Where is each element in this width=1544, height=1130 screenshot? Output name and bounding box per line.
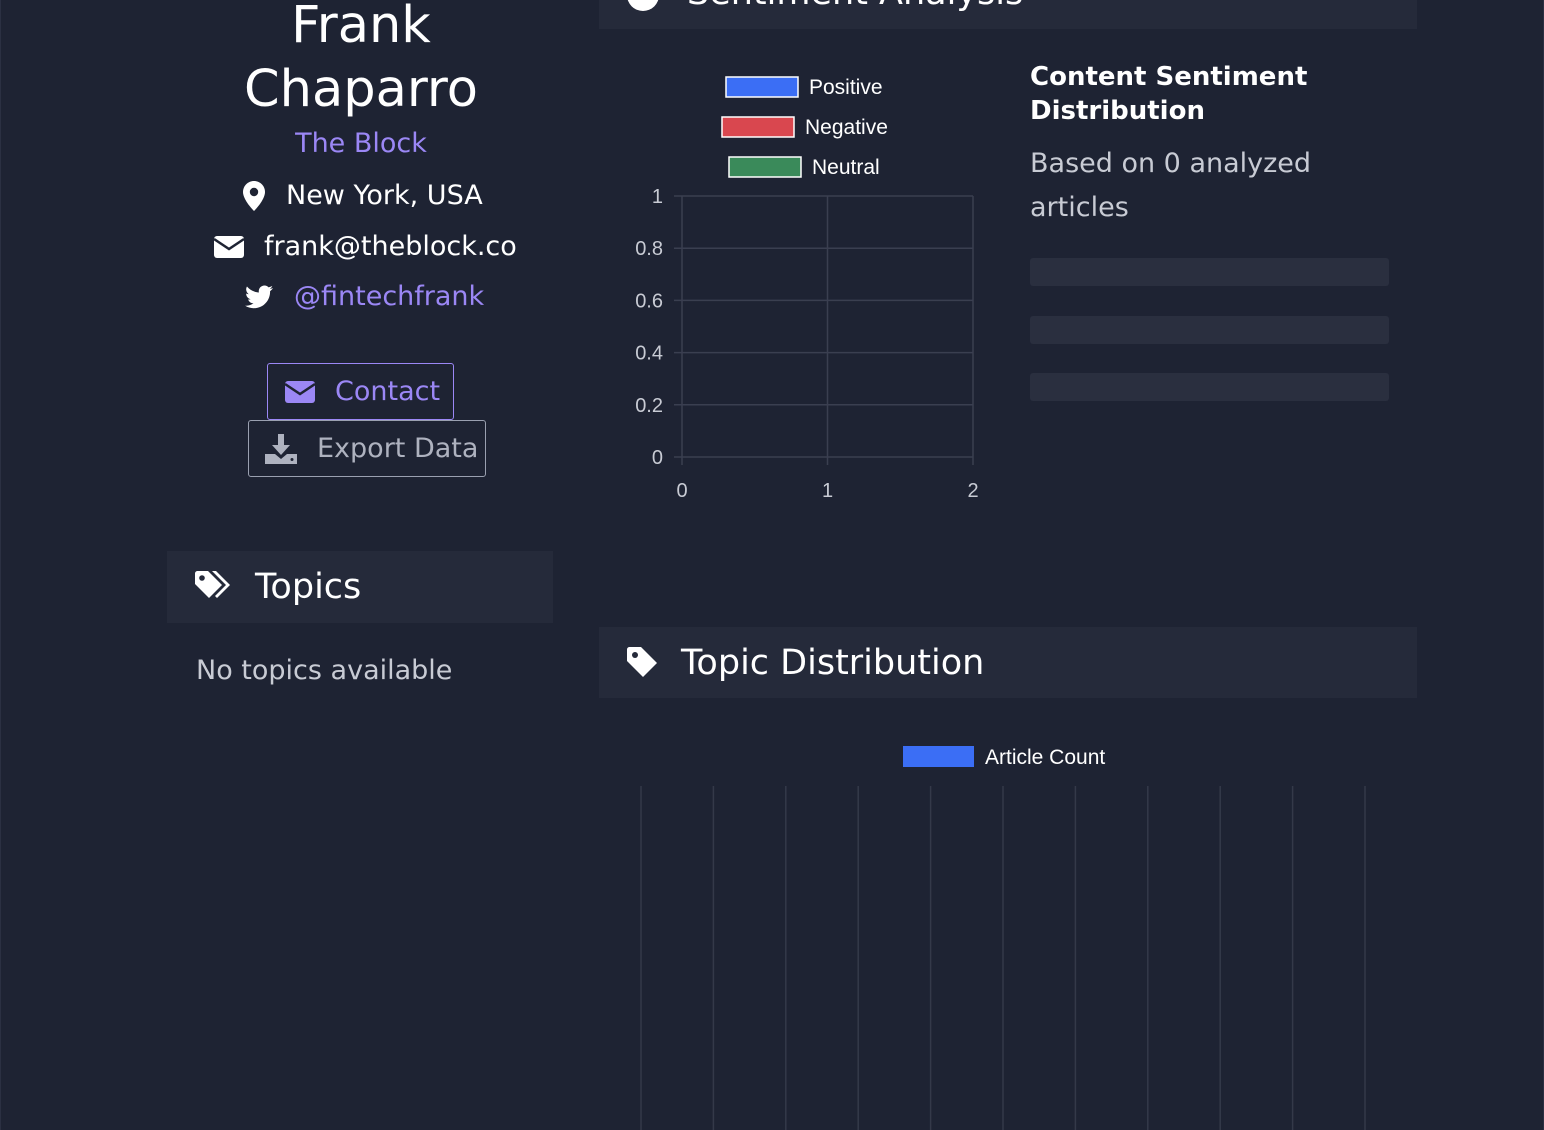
profile-name-first: Frank [291, 0, 431, 55]
sentiment-title: Sentiment Analysis [687, 0, 1023, 13]
map-marker-icon [242, 180, 266, 211]
sentiment-summary-text-line2: articles [1030, 192, 1129, 223]
topic-distribution-chart: Article Count [640, 746, 1366, 1130]
y-tick-label: 0.8 [635, 238, 663, 260]
tags-icon [195, 571, 233, 603]
topic-distribution-card-header: Topic Distribution [599, 627, 1417, 698]
sentiment-summary-title: Content Sentiment Distribution [1030, 60, 1307, 128]
contact-button[interactable]: Contact [267, 363, 454, 420]
export-data-button[interactable]: Export Data [248, 420, 486, 477]
y-tick-label: 0.6 [635, 290, 663, 312]
twitter-link[interactable]: @fintechfrank [294, 281, 484, 312]
legend-swatch [728, 156, 802, 178]
x-tick-label: 1 [822, 480, 833, 502]
location-text: New York, USA [286, 180, 483, 211]
legend-swatch [721, 116, 795, 138]
legend-label: Positive [809, 76, 883, 99]
y-tick-label: 0.4 [635, 343, 663, 365]
journalist-profile-page: Frank Chaparro The Block New York, USA f… [0, 0, 1544, 1130]
profile-twitter: @fintechfrank [244, 281, 484, 312]
topics-title: Topics [255, 567, 362, 607]
profile-name-last: Chaparro [244, 60, 478, 119]
topics-card-header: Topics [167, 551, 553, 623]
profile-outlet-link[interactable]: The Block [161, 128, 561, 159]
y-tick-label: 0 [652, 447, 663, 469]
sentiment-chart: Positive Negative Neutral 0 0.2 0.4 0.6 0.8 1 0 1 2 [635, 76, 978, 502]
chart-pie-icon [627, 0, 665, 11]
sentiment-summary-title-line2: Distribution [1030, 96, 1205, 126]
loading-skeleton-bar [1030, 373, 1389, 401]
envelope-icon [214, 235, 244, 258]
loading-skeleton-bar [1030, 316, 1389, 344]
legend-label: Negative [805, 116, 888, 139]
contact-button-label: Contact [335, 376, 441, 407]
sentiment-summary-text: Based on 0 analyzed articles [1030, 142, 1311, 230]
twitter-icon [244, 284, 274, 309]
y-tick-label: 0.2 [635, 395, 663, 417]
profile-email: frank@theblock.co [214, 231, 517, 262]
y-tick-label: 1 [652, 186, 663, 208]
legend-label: Neutral [812, 156, 880, 179]
envelope-icon [285, 380, 315, 403]
sentiment-summary-text-line1: Based on 0 analyzed [1030, 148, 1312, 179]
sentiment-summary-title-line1: Content Sentiment [1030, 62, 1308, 92]
legend-swatch [725, 76, 799, 98]
loading-skeleton-bar [1030, 258, 1389, 286]
x-tick-label: 0 [676, 480, 687, 502]
profile-location: New York, USA [242, 180, 483, 211]
tag-icon [627, 646, 659, 679]
legend-label: Article Count [985, 746, 1105, 769]
email-link[interactable]: frank@theblock.co [264, 231, 517, 262]
sentiment-card-header: Sentiment Analysis [599, 0, 1417, 29]
topics-empty-text: No topics available [196, 655, 453, 686]
x-tick-label: 2 [967, 480, 978, 502]
topic-distribution-title: Topic Distribution [681, 642, 985, 683]
download-icon [265, 433, 297, 464]
legend-swatch [903, 746, 974, 767]
export-data-label: Export Data [317, 433, 479, 464]
